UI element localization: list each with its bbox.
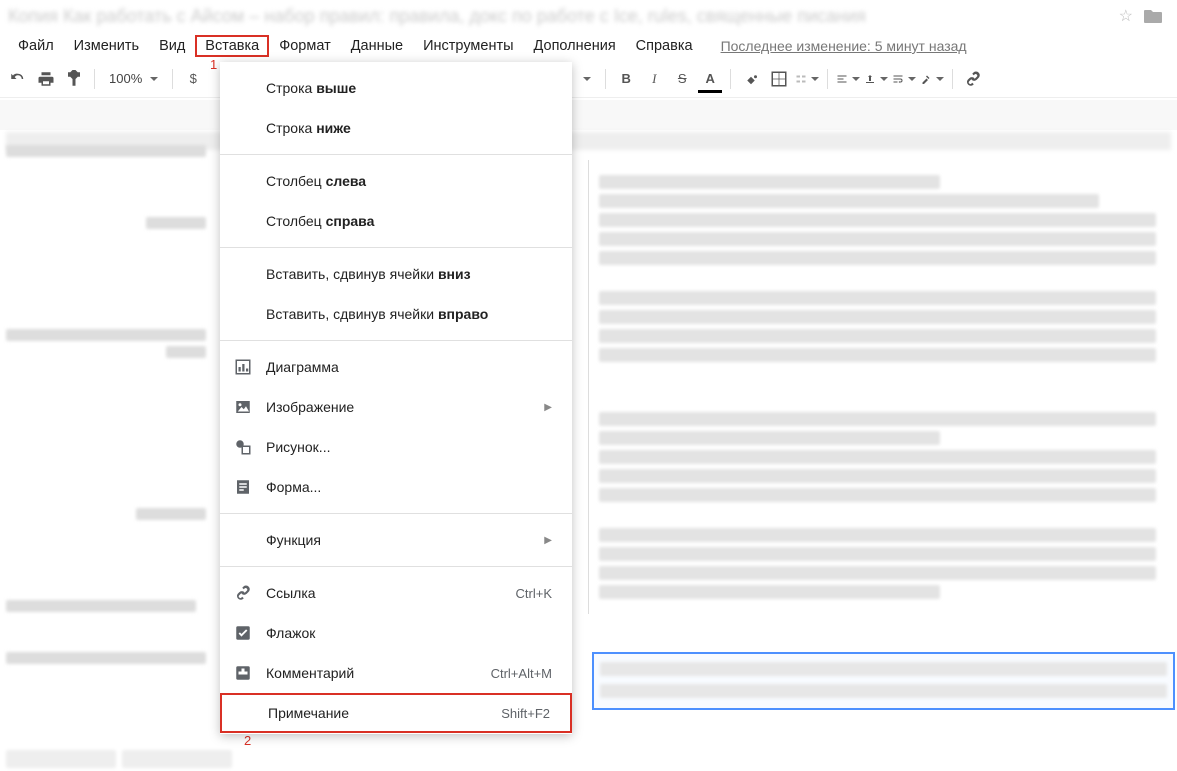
insert-image[interactable]: Изображение ▶	[220, 387, 572, 427]
star-icon[interactable]: ☆	[1119, 6, 1133, 26]
dropdown-separator	[220, 154, 572, 155]
toolbar-separator	[605, 69, 606, 89]
menu-format[interactable]: Формат	[269, 35, 341, 57]
v-align-button[interactable]	[864, 67, 888, 91]
paint-format-button[interactable]	[62, 67, 86, 91]
insert-link[interactable]: Ссылка Ctrl+K	[220, 573, 572, 613]
drawing-icon	[234, 438, 254, 456]
menu-data[interactable]: Данные	[341, 35, 413, 57]
insert-comment[interactable]: Комментарий Ctrl+Alt+M	[220, 653, 572, 693]
merge-button[interactable]	[795, 67, 819, 91]
insert-shift-right[interactable]: Вставить, сдвинув ячейки вправо	[220, 294, 572, 334]
submenu-arrow-icon: ▶	[544, 535, 552, 546]
sheet-left-area	[6, 140, 216, 669]
insert-drawing[interactable]: Рисунок...	[220, 427, 572, 467]
strike-button[interactable]: S	[670, 67, 694, 91]
bold-button[interactable]: B	[614, 67, 638, 91]
print-button[interactable]	[34, 67, 58, 91]
chart-icon	[234, 358, 254, 376]
link-icon	[234, 584, 254, 602]
zoom-select[interactable]: 100%	[103, 71, 164, 86]
toolbar-separator	[730, 69, 731, 89]
submenu-arrow-icon: ▶	[544, 402, 552, 413]
form-icon	[234, 478, 254, 496]
insert-chart[interactable]: Диаграмма	[220, 347, 572, 387]
shortcut-label: Ctrl+Alt+M	[491, 666, 552, 681]
sheet-tabs[interactable]	[6, 750, 232, 768]
image-icon	[234, 398, 254, 416]
text-color-button[interactable]: A	[698, 67, 722, 91]
italic-button[interactable]: I	[642, 67, 666, 91]
insert-shift-down[interactable]: Вставить, сдвинув ячейки вниз	[220, 254, 572, 294]
insert-column-left[interactable]: Столбец слева	[220, 161, 572, 201]
cell-selection[interactable]	[592, 652, 1175, 710]
menu-insert[interactable]: Вставка	[195, 35, 269, 57]
dropdown-separator	[220, 340, 572, 341]
shortcut-label: Ctrl+K	[516, 586, 552, 601]
more-format-button[interactable]	[573, 67, 597, 91]
insert-form[interactable]: Форма...	[220, 467, 572, 507]
toolbar-separator	[94, 69, 95, 89]
menu-addons[interactable]: Дополнения	[524, 35, 626, 57]
insert-dropdown: Строка выше Строка ниже Столбец слева Ст…	[220, 62, 572, 734]
wrap-button[interactable]	[892, 67, 916, 91]
toolbar-separator	[172, 69, 173, 89]
h-align-button[interactable]	[836, 67, 860, 91]
menu-tools[interactable]: Инструменты	[413, 35, 523, 57]
insert-row-above[interactable]: Строка выше	[220, 68, 572, 108]
folder-icon[interactable]	[1143, 8, 1163, 24]
rotate-button[interactable]	[920, 67, 944, 91]
insert-checkbox[interactable]: Флажок	[220, 613, 572, 653]
doc-title[interactable]: Копия Как работать с Айсом – набор прави…	[8, 6, 1109, 27]
menu-help[interactable]: Справка	[626, 35, 703, 57]
borders-button[interactable]	[767, 67, 791, 91]
insert-row-below[interactable]: Строка ниже	[220, 108, 572, 148]
menu-file[interactable]: Файл	[8, 35, 64, 57]
annotation-2: 2	[244, 733, 251, 748]
link-button[interactable]	[961, 67, 985, 91]
menu-edit[interactable]: Изменить	[64, 35, 149, 57]
sheet-main-area[interactable]	[588, 160, 1177, 614]
fill-color-button[interactable]	[739, 67, 763, 91]
annotation-1: 1	[210, 57, 217, 72]
checkbox-icon	[234, 624, 254, 642]
currency-button[interactable]: $	[181, 67, 205, 91]
shortcut-label: Shift+F2	[501, 706, 550, 721]
comment-icon	[234, 664, 254, 682]
toolbar-separator	[952, 69, 953, 89]
dropdown-separator	[220, 566, 572, 567]
insert-function[interactable]: Функция ▶	[220, 520, 572, 560]
dropdown-separator	[220, 513, 572, 514]
last-edit-link[interactable]: Последнее изменение: 5 минут назад	[721, 38, 967, 54]
menu-view[interactable]: Вид	[149, 35, 195, 57]
insert-note[interactable]: Примечание Shift+F2	[220, 693, 572, 733]
dropdown-separator	[220, 247, 572, 248]
toolbar-separator	[827, 69, 828, 89]
insert-column-right[interactable]: Столбец справа	[220, 201, 572, 241]
zoom-value: 100%	[109, 71, 142, 86]
undo-button[interactable]	[6, 67, 30, 91]
